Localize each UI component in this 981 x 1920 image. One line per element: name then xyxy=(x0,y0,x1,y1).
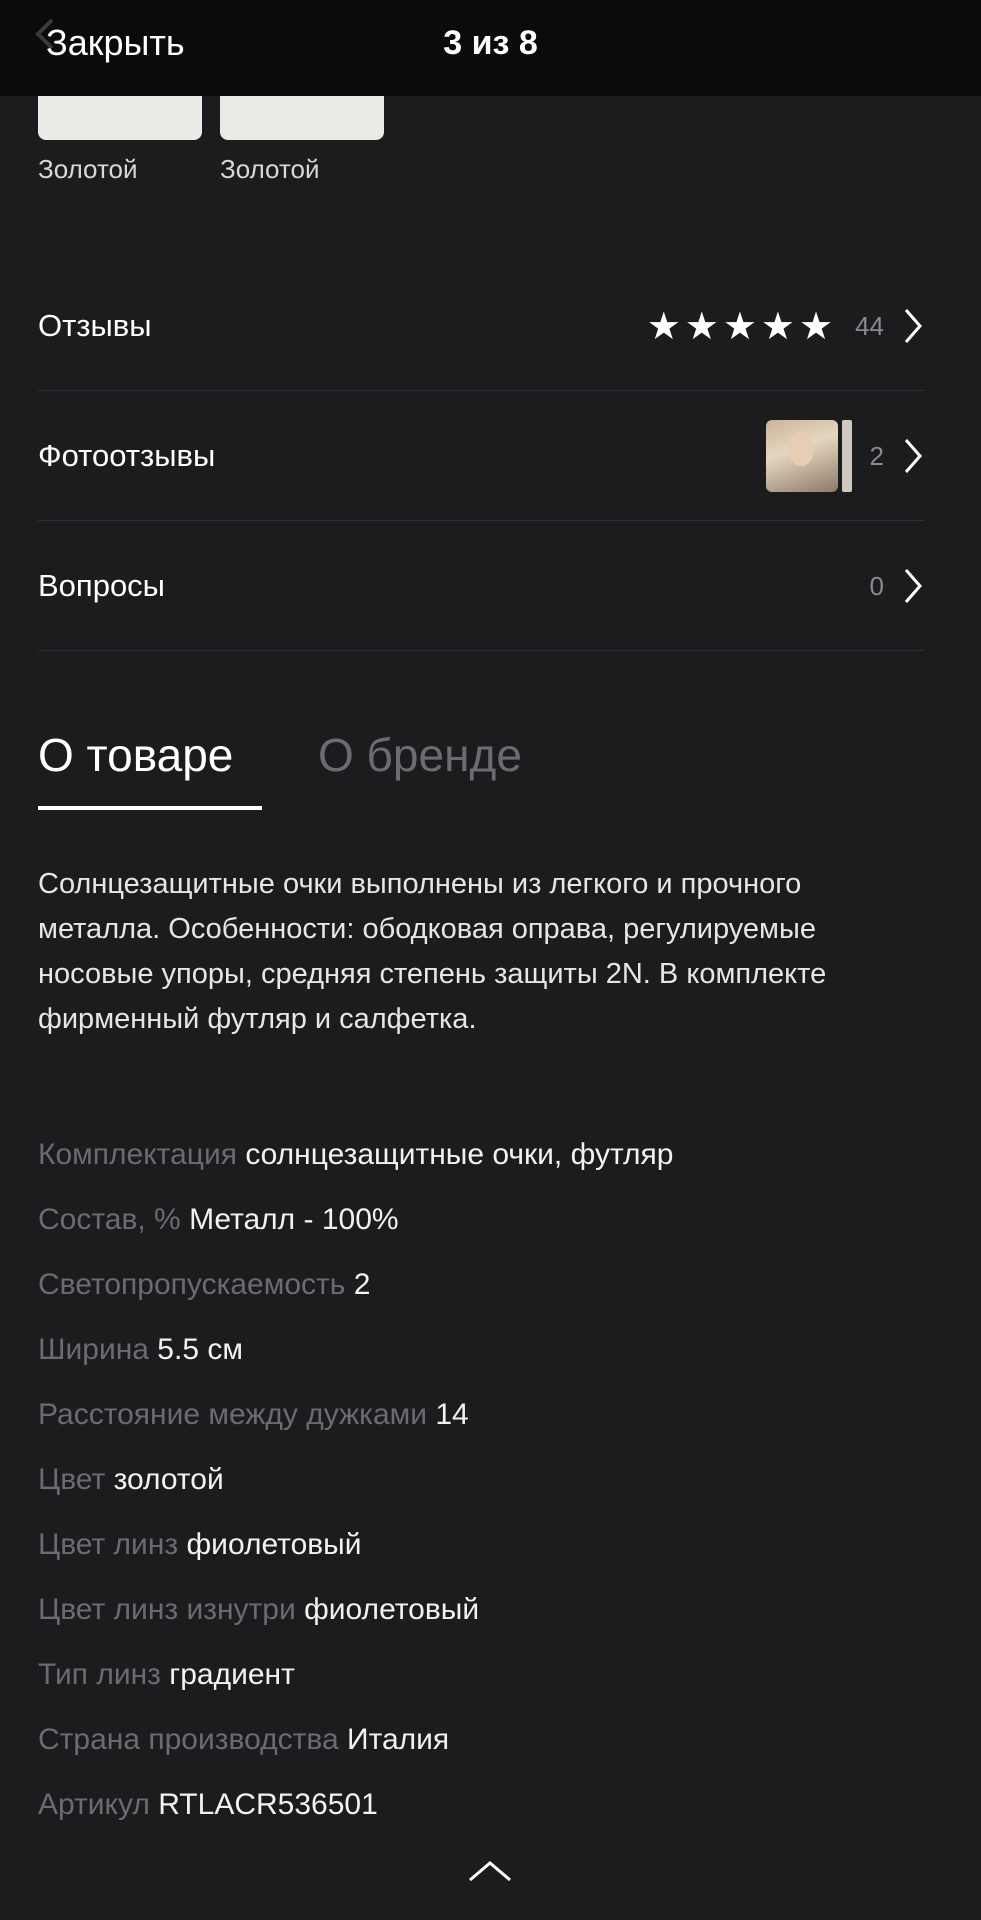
property-value: фиолетовый xyxy=(186,1528,362,1561)
property-row: Страна производства Италия xyxy=(38,1720,938,1785)
property-value: 14 xyxy=(435,1398,469,1431)
property-key: Расстояние между дужками xyxy=(38,1398,428,1431)
photo-reviews-count: 2 xyxy=(869,440,884,471)
property-key: Цвет линз изнутри xyxy=(38,1593,296,1626)
property-value: фиолетовый xyxy=(304,1593,480,1626)
property-row: Тип линз градиент xyxy=(38,1655,938,1720)
property-value: 5.5 см xyxy=(157,1333,243,1366)
photo-review-thumbnail xyxy=(765,420,838,492)
property-row: Комплектация солнцезащитные очки, футляр xyxy=(38,1135,938,1200)
chevron-up-icon[interactable] xyxy=(467,1858,513,1884)
property-key: Страна производства xyxy=(38,1723,339,1756)
property-key: Светопропускаемость xyxy=(38,1268,346,1301)
reviews-row[interactable]: Отзывы ★★★★★ 44 xyxy=(38,262,924,391)
property-key: Цвет xyxy=(38,1463,106,1496)
property-row: Артикул RTLACR536501 xyxy=(38,1785,938,1850)
property-key: Состав, % xyxy=(38,1203,181,1236)
color-swatch[interactable] xyxy=(38,96,202,140)
chevron-right-icon xyxy=(904,439,922,473)
property-row: Ширина 5.5 см xyxy=(38,1330,938,1395)
property-key: Комплектация xyxy=(38,1138,237,1171)
property-row: Цвет золотой xyxy=(38,1460,938,1525)
product-properties: Комплектация солнцезащитные очки, футляр… xyxy=(38,1135,938,1850)
reviews-label: Отзывы xyxy=(38,308,152,343)
property-value: Италия xyxy=(347,1723,450,1756)
color-swatch[interactable] xyxy=(220,96,384,140)
star-rating: ★★★★★ xyxy=(646,305,838,348)
questions-row[interactable]: Вопросы 0 xyxy=(38,522,924,651)
chevron-right-icon xyxy=(904,569,922,603)
questions-count: 0 xyxy=(869,570,884,601)
photo-review-thumbnail-stack xyxy=(841,420,852,492)
color-swatches: Золотой Золотой xyxy=(0,96,981,196)
reviews-count: 44 xyxy=(855,310,884,341)
property-row: Цвет линз изнутри фиолетовый xyxy=(38,1590,938,1655)
image-counter: 3 из 8 xyxy=(443,24,538,62)
property-key: Ширина xyxy=(38,1333,149,1366)
property-value: градиент xyxy=(169,1658,295,1691)
property-value: 2 xyxy=(353,1268,371,1301)
chevron-right-icon xyxy=(904,309,922,343)
property-row: Расстояние между дужками 14 xyxy=(38,1395,938,1460)
property-key: Тип линз xyxy=(38,1658,161,1691)
tab-about-product[interactable]: О товаре xyxy=(38,728,233,782)
property-row: Цвет линз фиолетовый xyxy=(38,1525,938,1590)
property-value: Металл - 100% xyxy=(189,1203,399,1236)
questions-label: Вопросы xyxy=(38,568,165,603)
property-value: солнцезащитные очки, футляр xyxy=(245,1138,674,1171)
property-row: Состав, % Металл - 100% xyxy=(38,1200,938,1265)
top-bar: Закрыть 3 из 8 xyxy=(0,0,981,96)
tab-about-brand[interactable]: О бренде xyxy=(318,728,522,782)
photo-reviews-label: Фотоотзывы xyxy=(38,438,216,473)
property-key: Цвет линз xyxy=(38,1528,179,1561)
swatch-label: Золотой xyxy=(220,154,320,184)
property-value: золотой xyxy=(113,1463,224,1496)
property-row: Светопропускаемость 2 xyxy=(38,1265,938,1330)
product-description: Солнцезащитные очки выполнены из легкого… xyxy=(38,868,827,1035)
property-value: RTLACR536501 xyxy=(158,1788,378,1821)
photo-reviews-row[interactable]: Фотоотзывы 2 xyxy=(38,392,924,521)
swatch-label: Золотой xyxy=(38,154,138,184)
property-key: Артикул xyxy=(38,1788,150,1821)
active-tab-indicator xyxy=(38,806,262,810)
